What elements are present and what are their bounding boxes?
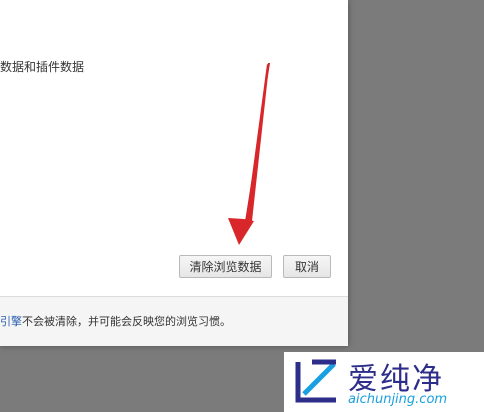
- footer-note: 引擎不会被清除，并可能会反映您的浏览习惯。: [0, 313, 231, 329]
- footer-note-text: 不会被清除，并可能会反映您的浏览习惯。: [22, 315, 231, 328]
- clear-browsing-data-dialog: 数据和插件数据 清除浏览数据 取消 引擎不会被清除，并可能会反映您的浏览习惯。: [0, 0, 348, 346]
- dialog-footer: 引擎不会被清除，并可能会反映您的浏览习惯。: [0, 297, 348, 346]
- option-label-plugin-data: 数据和插件数据: [0, 60, 85, 74]
- clear-browsing-data-button[interactable]: 清除浏览数据: [179, 255, 272, 278]
- cancel-button[interactable]: 取消: [283, 255, 331, 278]
- logo-mark-icon: [295, 359, 336, 403]
- logo-url: aichunjing.com: [348, 392, 448, 407]
- watermark-logo: 爱纯净 aichunjing.com: [284, 352, 484, 412]
- search-engine-link[interactable]: 引擎: [0, 315, 22, 328]
